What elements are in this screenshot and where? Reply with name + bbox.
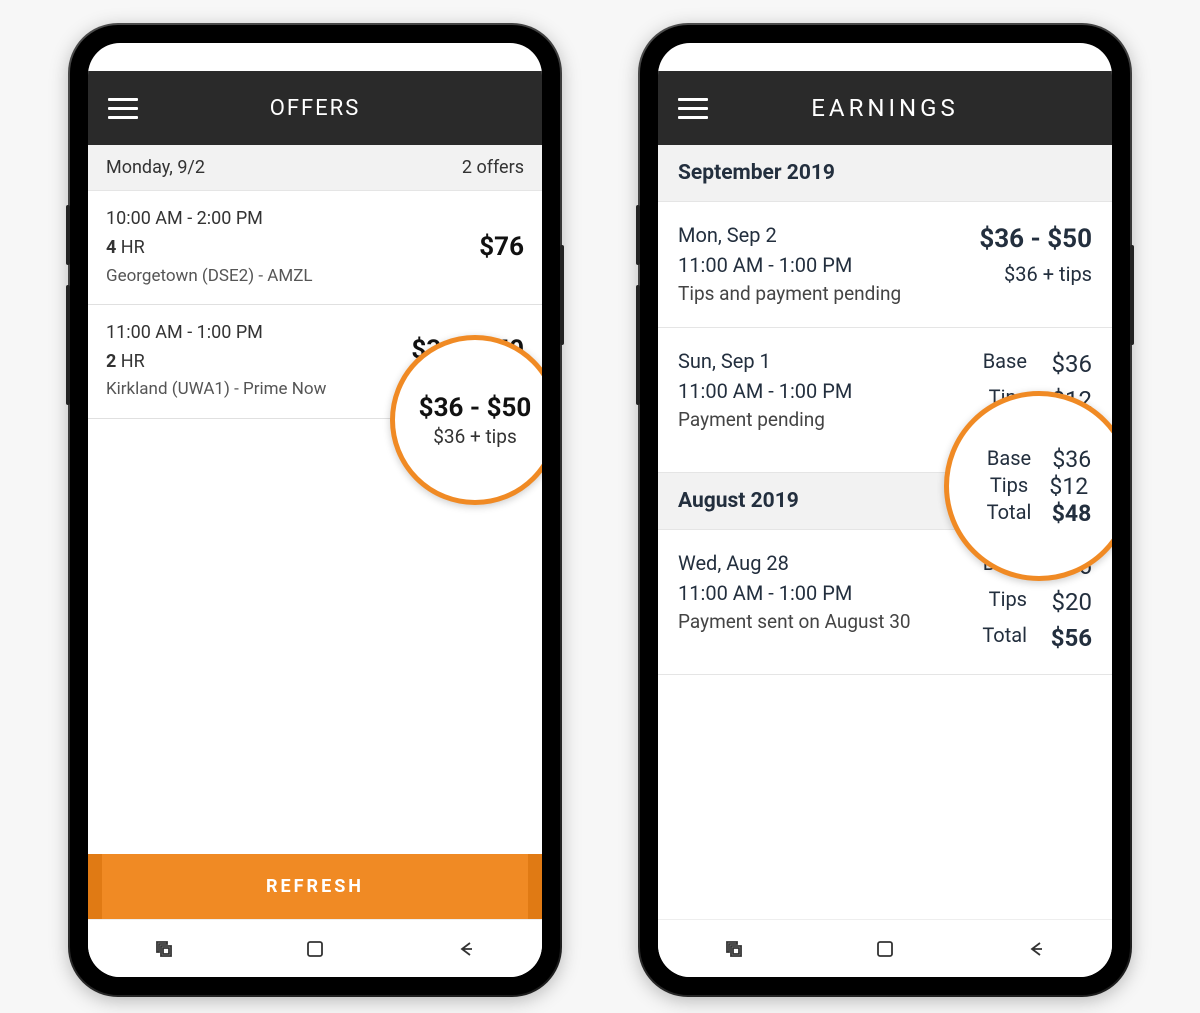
android-navbar	[658, 919, 1112, 977]
android-navbar	[88, 919, 542, 977]
volume-button	[66, 285, 70, 405]
volume-button	[636, 205, 640, 265]
earning-time: 11:00 AM - 1:00 PM	[678, 376, 852, 406]
home-icon[interactable]	[874, 938, 896, 960]
offer-count: 2 offers	[462, 157, 524, 178]
volume-button	[66, 205, 70, 265]
offer-time: 10:00 AM - 2:00 PM	[106, 205, 313, 234]
back-icon[interactable]	[455, 938, 477, 960]
refresh-button[interactable]: REFRESH	[88, 854, 542, 919]
earning-date: Wed, Aug 28	[678, 548, 911, 578]
offer-time: 11:00 AM - 1:00 PM	[106, 319, 326, 348]
earning-status: Tips and payment pending	[678, 280, 901, 309]
home-icon[interactable]	[304, 938, 326, 960]
date-label: Monday, 9/2	[106, 157, 205, 178]
earning-amount: $36 - $50	[979, 220, 1092, 259]
date-header: Monday, 9/2 2 offers	[88, 145, 542, 191]
menu-icon[interactable]	[108, 98, 138, 119]
recent-apps-icon[interactable]	[153, 938, 175, 960]
recent-apps-icon[interactable]	[723, 938, 745, 960]
app-header: OFFERS	[88, 71, 542, 145]
volume-button	[636, 285, 640, 405]
power-button	[560, 245, 564, 345]
earning-sub: $36 + tips	[979, 259, 1092, 289]
earning-date: Sun, Sep 1	[678, 346, 852, 376]
earning-time: 11:00 AM - 1:00 PM	[678, 250, 901, 280]
back-icon[interactable]	[1025, 938, 1047, 960]
earning-date: Mon, Sep 2	[678, 220, 901, 250]
offer-location: Georgetown (DSE2) - AMZL	[106, 263, 313, 290]
phone-earnings: EARNINGS September 2019 Mon, Sep 2 11:00…	[640, 25, 1130, 995]
phone-offers: OFFERS Monday, 9/2 2 offers 10:00 AM - 2…	[70, 25, 560, 995]
app-title: OFFERS	[138, 96, 492, 121]
earning-status: Payment sent on August 30	[678, 608, 911, 637]
earning-status: Payment pending	[678, 406, 852, 435]
app-title: EARNINGS	[708, 94, 1062, 122]
earning-time: 11:00 AM - 1:00 PM	[678, 578, 911, 608]
offer-location: Kirkland (UWA1) - Prime Now	[106, 376, 326, 403]
earning-row[interactable]: Mon, Sep 2 11:00 AM - 1:00 PM Tips and p…	[658, 202, 1112, 328]
power-button	[1130, 245, 1134, 345]
app-header: EARNINGS	[658, 71, 1112, 145]
menu-icon[interactable]	[678, 98, 708, 119]
offer-price: $76	[479, 232, 524, 262]
offer-hours: 2	[106, 351, 116, 372]
month-header: September 2019	[658, 145, 1112, 202]
offer-row[interactable]: 10:00 AM - 2:00 PM 4 HR Georgetown (DSE2…	[88, 191, 542, 305]
offer-hours: 4	[106, 237, 116, 258]
